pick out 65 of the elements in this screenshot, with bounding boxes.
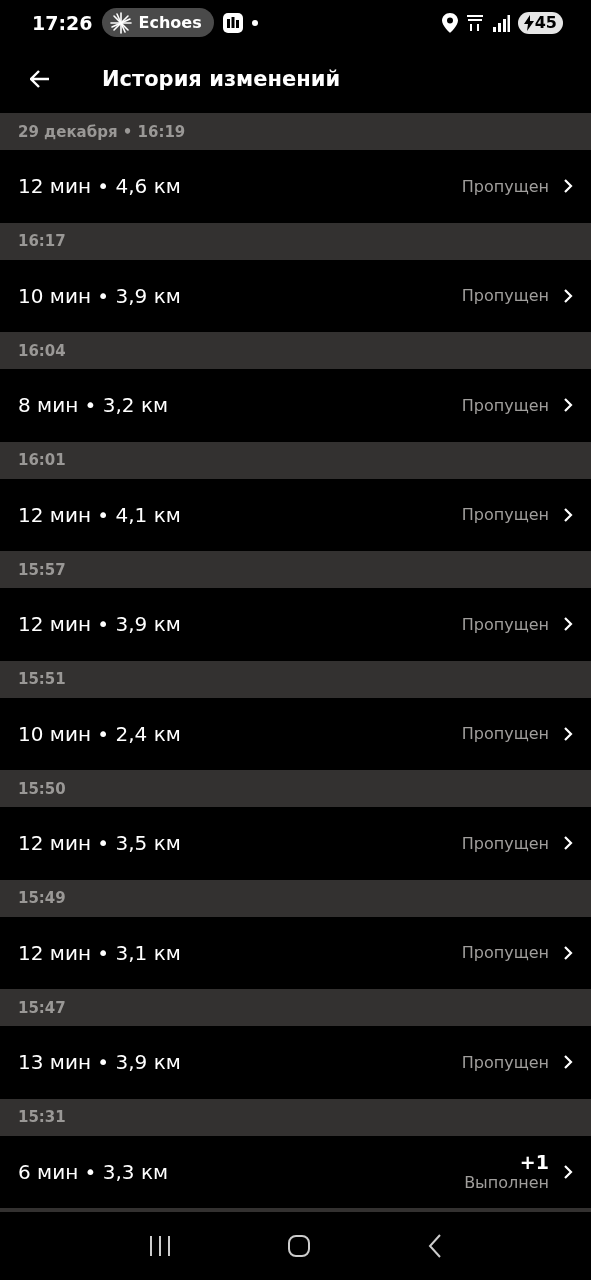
notification-dot-icon bbox=[251, 19, 258, 26]
section-header: 16:17 bbox=[0, 222, 591, 260]
section-header: 15:49 bbox=[0, 879, 591, 917]
trip-summary: 12 мин • 3,5 км bbox=[18, 831, 182, 856]
history-row[interactable]: 10 мин • 2,4 км Пропущен bbox=[0, 697, 591, 770]
trip-summary: 6 мин • 3,3 км bbox=[18, 1159, 170, 1184]
chevron-right-icon bbox=[563, 725, 573, 742]
app-icon bbox=[221, 11, 244, 34]
status-time: 17:26 bbox=[32, 11, 93, 34]
order-status: Пропущен bbox=[461, 395, 549, 415]
order-status: Пропущен bbox=[461, 614, 549, 634]
history-row[interactable]: 12 мин • 3,9 км Пропущен bbox=[0, 588, 591, 661]
chevron-right-icon bbox=[563, 287, 573, 304]
trip-summary: 12 мин • 3,9 км bbox=[18, 612, 182, 637]
chevron-right-icon bbox=[563, 397, 573, 414]
trip-summary: 8 мин • 3,2 км bbox=[18, 393, 170, 418]
section-header: 15:47 bbox=[0, 989, 591, 1026]
chevron-right-icon bbox=[563, 616, 573, 633]
trip-summary: 12 мин • 4,6 км bbox=[18, 174, 182, 199]
order-status: Пропущен bbox=[461, 286, 549, 306]
order-status: Пропущен bbox=[461, 833, 549, 853]
history-row[interactable]: 12 мин • 4,6 км Пропущен bbox=[0, 150, 591, 223]
battery-indicator: 45 bbox=[517, 11, 563, 34]
order-status: Пропущен bbox=[461, 724, 549, 744]
sparkle-icon bbox=[110, 11, 133, 34]
section-header: 29 декабря • 16:19 bbox=[0, 113, 591, 150]
history-row[interactable]: 12 мин • 3,1 км Пропущен bbox=[0, 916, 591, 989]
history-row[interactable]: 12 мин • 4,1 км Пропущен bbox=[0, 478, 591, 551]
trip-summary: 12 мин • 4,1 км bbox=[18, 502, 182, 527]
section-header: 16:04 bbox=[0, 332, 591, 369]
chevron-right-icon bbox=[563, 178, 573, 195]
history-row[interactable]: 12 мин • 3,5 км Пропущен bbox=[0, 807, 591, 880]
order-status: Выполнен bbox=[464, 1173, 549, 1193]
chevron-right-icon bbox=[563, 506, 573, 523]
order-status: Пропущен bbox=[461, 505, 549, 525]
section-header: 15:50 bbox=[0, 770, 591, 807]
chevron-right-icon bbox=[563, 1054, 573, 1071]
history-row[interactable]: 13 мин • 3,9 км Пропущен bbox=[0, 1026, 591, 1099]
back-nav-icon[interactable] bbox=[427, 1234, 444, 1258]
section-header: 15:31 bbox=[0, 1098, 591, 1136]
chevron-right-icon bbox=[563, 944, 573, 961]
trip-summary: 10 мин • 2,4 км bbox=[18, 721, 182, 746]
section-header: 16:01 bbox=[0, 441, 591, 479]
order-status: Пропущен bbox=[461, 1052, 549, 1072]
trip-summary: 13 мин • 3,9 км bbox=[18, 1050, 182, 1075]
section-header: 15:57 bbox=[0, 551, 591, 588]
order-status: Пропущен bbox=[461, 943, 549, 963]
chevron-right-icon bbox=[563, 835, 573, 852]
order-status: Пропущен bbox=[461, 176, 549, 196]
bolt-icon bbox=[523, 14, 534, 31]
location-icon bbox=[441, 12, 458, 33]
signal-icon bbox=[491, 13, 510, 32]
bonus-count: +1 bbox=[519, 1151, 549, 1174]
history-row[interactable]: 8 мин • 3,2 км Пропущен bbox=[0, 369, 591, 442]
history-row[interactable]: 6 мин • 3,3 км +1 Выполнен bbox=[0, 1135, 591, 1208]
trip-summary: 12 мин • 3,1 км bbox=[18, 940, 182, 965]
chevron-right-icon bbox=[563, 1163, 573, 1180]
home-icon[interactable] bbox=[287, 1234, 312, 1258]
back-arrow-icon bbox=[30, 70, 50, 88]
section-header: 15:51 bbox=[0, 660, 591, 698]
trip-summary: 10 мин • 3,9 км bbox=[18, 283, 182, 308]
history-row[interactable]: 10 мин • 3,9 км Пропущен bbox=[0, 259, 591, 332]
page-title: История изменений bbox=[102, 67, 341, 91]
media-chip[interactable]: Echoes bbox=[102, 8, 214, 37]
recent-apps-icon[interactable] bbox=[147, 1235, 172, 1257]
